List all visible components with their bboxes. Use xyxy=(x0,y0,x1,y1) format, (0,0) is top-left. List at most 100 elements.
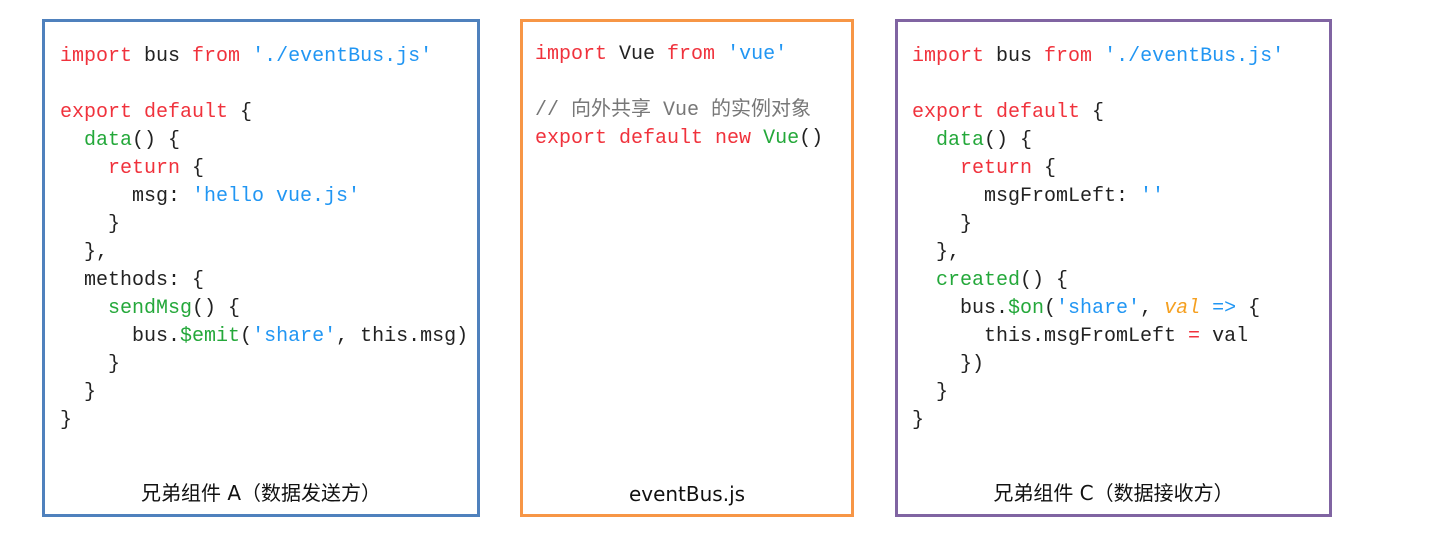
code-token: { xyxy=(180,157,205,180)
code-token: () { xyxy=(192,297,241,320)
code-token: import xyxy=(60,45,133,68)
code-token: { xyxy=(1236,297,1261,320)
code-line: msgFromLeft: '' xyxy=(912,183,1284,211)
code-token: } xyxy=(912,213,973,236)
code-line: data() { xyxy=(912,127,1284,155)
code-token: 'vue' xyxy=(727,43,788,66)
code-line: } xyxy=(912,379,1284,407)
panel-caption: eventBus.js xyxy=(628,482,746,506)
code-token: = xyxy=(1188,325,1201,348)
code-token: import xyxy=(535,43,608,66)
code-token: $on xyxy=(1008,297,1045,320)
code-line: export default new Vue() xyxy=(535,125,823,153)
code-token: sendMsg xyxy=(108,297,193,320)
code-token: return xyxy=(108,157,181,180)
code-line: return { xyxy=(60,155,468,183)
code-line: } xyxy=(60,211,468,239)
code-token: './eventBus.js' xyxy=(1104,45,1285,68)
code-line: import bus from './eventBus.js' xyxy=(912,43,1284,71)
code-token: // 向外共享 Vue 的实例对象 xyxy=(535,99,812,122)
code-token: } xyxy=(912,381,949,404)
code-line: sendMsg() { xyxy=(60,295,468,323)
code-token: $emit xyxy=(180,325,241,348)
code-block: import bus from './eventBus.js' export de… xyxy=(912,43,1284,435)
code-token: data xyxy=(84,129,133,152)
code-token: bus xyxy=(132,45,193,68)
code-line: bus.$emit('share', this.msg) xyxy=(60,323,468,351)
code-line: export default { xyxy=(912,99,1284,127)
code-line: bus.$on('share', val => { xyxy=(912,295,1284,323)
code-line: } xyxy=(60,407,468,435)
code-token: 'share' xyxy=(252,325,337,348)
code-token: from xyxy=(192,45,241,68)
code-block: import bus from './eventBus.js' export de… xyxy=(60,43,468,435)
code-token: '' xyxy=(1140,185,1165,208)
code-token: created xyxy=(936,269,1021,292)
code-token: => xyxy=(1212,297,1237,320)
code-token: { xyxy=(1080,101,1105,124)
code-token: bus. xyxy=(912,297,1009,320)
code-line: created() { xyxy=(912,267,1284,295)
code-line: }, xyxy=(60,239,468,267)
code-token: Vue xyxy=(763,127,800,150)
code-token: import xyxy=(912,45,985,68)
code-token: () xyxy=(799,127,824,150)
code-line: }) xyxy=(912,351,1284,379)
code-token: './eventBus.js' xyxy=(252,45,433,68)
code-token: msg: xyxy=(60,185,193,208)
code-token: { xyxy=(228,101,253,124)
code-token: Vue xyxy=(607,43,668,66)
code-token: } xyxy=(60,353,121,376)
code-token: } xyxy=(912,409,925,432)
code-line: } xyxy=(912,407,1284,435)
code-token: this.msgFromLeft xyxy=(912,325,1189,348)
code-line: methods: { xyxy=(60,267,468,295)
code-token: } xyxy=(60,381,97,404)
code-token: export default new xyxy=(535,127,752,150)
code-token: bus xyxy=(984,45,1045,68)
code-line: import bus from './eventBus.js' xyxy=(60,43,468,71)
code-token: { xyxy=(1032,157,1057,180)
code-line: this.msgFromLeft = val xyxy=(912,323,1284,351)
code-token: () { xyxy=(984,129,1033,152)
code-token: , this.msg) xyxy=(336,325,469,348)
panel-receiver: import bus from './eventBus.js' export de… xyxy=(895,19,1332,517)
code-token: }, xyxy=(912,241,961,264)
code-block: import Vue from 'vue' // 向外共享 Vue 的实例对象 ex… xyxy=(535,41,823,153)
panel-sender: import bus from './eventBus.js' export de… xyxy=(42,19,480,517)
code-token: }) xyxy=(912,353,985,376)
code-token: } xyxy=(60,409,73,432)
code-token: ( xyxy=(240,325,253,348)
code-token: } xyxy=(60,213,121,236)
code-token: () { xyxy=(1020,269,1069,292)
code-line: } xyxy=(60,351,468,379)
code-token: val xyxy=(1200,325,1249,348)
code-line: }, xyxy=(912,239,1284,267)
panel-caption: 兄弟组件 C（数据接收方） xyxy=(993,481,1234,505)
code-token: methods: { xyxy=(60,269,205,292)
code-token: from xyxy=(1044,45,1093,68)
code-token: export default xyxy=(912,101,1081,124)
code-line: msg: 'hello vue.js' xyxy=(60,183,468,211)
code-token: bus. xyxy=(60,325,181,348)
code-line: return { xyxy=(912,155,1284,183)
code-token: msgFromLeft: xyxy=(912,185,1141,208)
code-line: // 向外共享 Vue 的实例对象 xyxy=(535,97,823,125)
code-token: 'share' xyxy=(1056,297,1141,320)
code-line: data() { xyxy=(60,127,468,155)
panel-event-bus: import Vue from 'vue' // 向外共享 Vue 的实例对象 ex… xyxy=(520,19,854,517)
code-line: import Vue from 'vue' xyxy=(535,41,823,69)
code-line: export default { xyxy=(60,99,468,127)
code-line: } xyxy=(60,379,468,407)
